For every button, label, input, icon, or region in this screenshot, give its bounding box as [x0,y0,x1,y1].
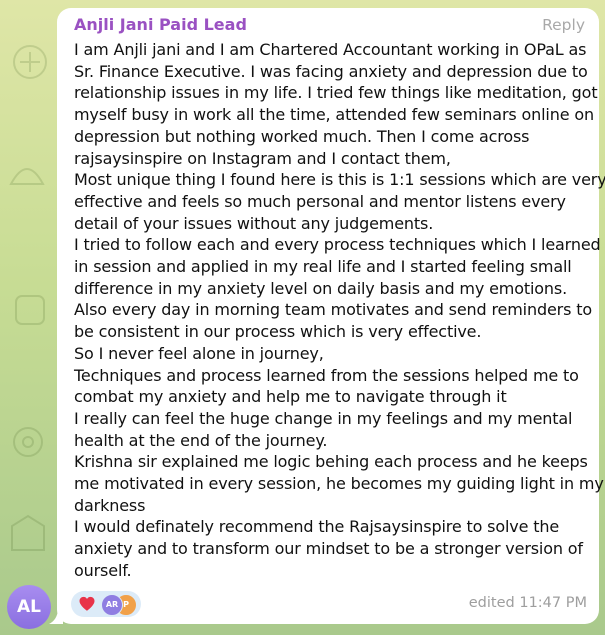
message-line: Sr. Finance Executive. I was facing anxi… [74,61,588,81]
edited-label: edited [468,595,515,611]
reaction-avatar: AR [101,594,123,616]
message-line: ourself. [74,560,132,580]
message-line: detail of your issues without any judgem… [74,213,434,233]
message-line: Also every day in morning team motivates… [74,300,592,320]
message-line: health at the end of the journey. [74,430,328,450]
message-line: Krishna sir explained me logic behing ea… [74,452,588,472]
message-line: myself busy in work all the time, attend… [74,105,594,125]
message-line: I really can feel the huge change in my … [74,408,573,428]
message-line: So I never feel alone in journey, [74,343,324,363]
doodle-icon [9,168,45,185]
message-bubble[interactable]: Anjli Jani Paid Lead Reply I am Anjli ja… [57,8,605,624]
message-line: I am Anjli jani and I am Chartered Accou… [74,40,587,59]
doodle-icon [13,427,43,457]
message-line: depression but nothing worked much. Then… [74,126,530,146]
doodle-icon [15,295,45,325]
message-line: relationship issues in my life. I tried … [74,83,598,103]
sender-avatar[interactable]: AL [7,585,51,629]
doodle-icon [11,514,45,551]
message-line: combat my anxiety and help me to navigat… [74,387,507,407]
message-line: darkness [74,495,146,515]
heart-icon [79,596,95,611]
message-line: anxiety and to transform our mindset to … [74,539,583,559]
doodle-icon [13,45,47,79]
message-text: I am Anjli jani and I am Chartered Accou… [74,39,605,582]
message-line: rajsaysinspire on Instagram and I contac… [74,148,451,168]
message-line: difference in my anxiety level on daily … [74,278,568,298]
message-time: 11:47 PM [519,595,587,611]
message-line: in session and applied in my real life a… [74,257,572,277]
message-line: I tried to follow each and every process… [74,235,601,255]
message-meta: edited 11:47 PM [469,595,587,611]
message-line: I would definately recommend the Rajsays… [74,517,560,537]
reaction-chip[interactable]: AR P [71,591,141,617]
reply-button[interactable]: Reply [542,16,585,34]
message-line: be consistent in our process which is ve… [74,322,482,342]
message-line: Most unique thing I found here is this i… [74,170,605,190]
message-footer: AR P edited 11:47 PM [71,591,587,617]
message-line: effective and feels so much personal and… [74,191,566,211]
message-line: me motivated in every session, he become… [74,474,604,494]
sender-name[interactable]: Anjli Jani Paid Lead [74,14,585,36]
message-line: Techniques and process learned from the … [74,365,579,385]
